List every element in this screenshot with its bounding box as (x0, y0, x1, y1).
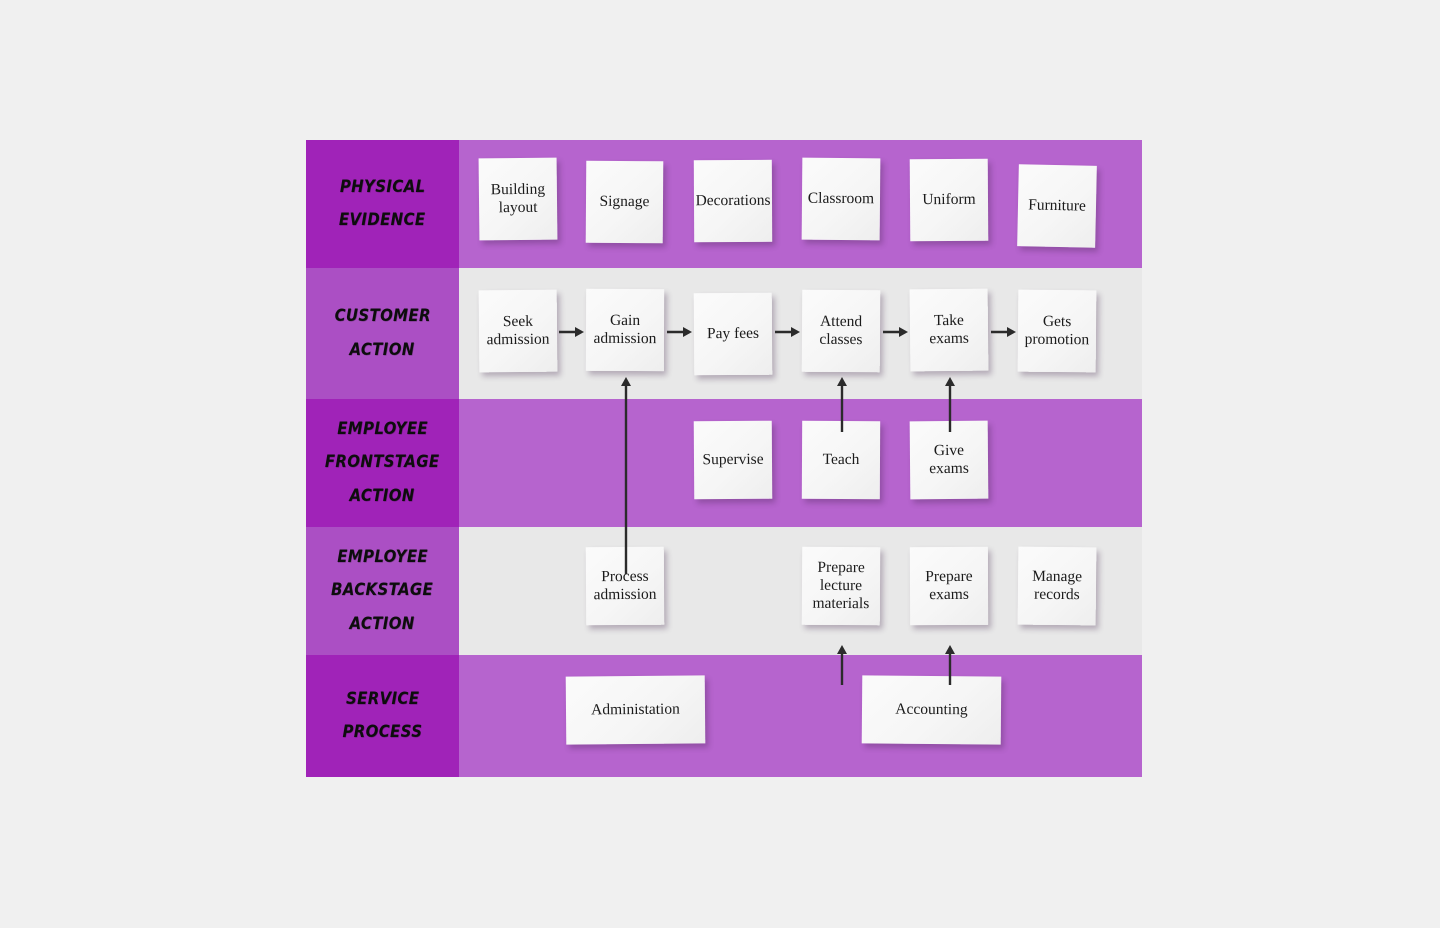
row-label-text: EMPLOYEE (337, 419, 428, 440)
flow-arrow-vertical-process-admission-to-gain-admission (619, 377, 633, 574)
sticky-note-label: Prepare lecture materials (812, 558, 870, 613)
sticky-note[interactable]: Attend classes (801, 289, 881, 373)
sticky-note-label: Gain admission (593, 311, 657, 348)
sticky-note-label: Supervise (702, 450, 764, 469)
sticky-note[interactable]: Classroom (801, 157, 881, 241)
sticky-note-label: Prepare exams (925, 567, 973, 604)
row-label-text: PROCESS (342, 722, 423, 742)
blueprint-row-customer-action: CUSTOMER ACTION Seek admission Gain admissi… (306, 268, 1142, 399)
sticky-note-label: Accounting (895, 700, 968, 719)
sticky-note-label: Furniture (1027, 196, 1087, 215)
row-label-text: BACKSTAGE (331, 580, 434, 601)
row-label-service-process: SERVICE PROCESS (306, 655, 459, 777)
row-label-customer-action: CUSTOMER ACTION (306, 268, 459, 399)
sticky-note[interactable]: Gain admission (585, 288, 665, 372)
row-label-text: ACTION (349, 339, 416, 360)
row-label-text: SERVICE (345, 688, 420, 709)
service-blueprint: PHYSICAL EVIDENCE Building layout Signage De… (306, 140, 1142, 777)
sticky-note[interactable]: Teach (801, 420, 881, 500)
row-label-text: CUSTOMER (334, 306, 431, 327)
sticky-note-label: Signage (599, 192, 650, 211)
blueprint-row-service-process: SERVICE PROCESS Administation Accounting (306, 655, 1142, 777)
sticky-note-label: Seek admission (486, 312, 550, 349)
sticky-note[interactable]: Pay fees (693, 292, 773, 376)
sticky-note[interactable]: Prepare exams (909, 546, 989, 626)
row-label-text: EVIDENCE (339, 210, 426, 230)
row-content-customer-action: Seek admission Gain admission Pay fees Atte… (459, 268, 1142, 399)
sticky-note[interactable]: Decorations (693, 159, 773, 243)
row-content-physical-evidence: Building layout Signage Decorations Classro… (459, 140, 1142, 268)
row-content-employee-backstage-action: Process admission Prepare lecture materia… (459, 527, 1142, 655)
sticky-note-label: Pay fees (706, 324, 760, 343)
sticky-note-label: Attend classes (819, 312, 863, 349)
sticky-note[interactable]: Signage (585, 160, 664, 244)
row-content-employee-frontstage-action: Supervise Teach Give exams (459, 399, 1142, 527)
sticky-note[interactable]: Uniform (909, 158, 989, 242)
row-label-employee-backstage-action: EMPLOYEE BACKSTAGE ACTION (306, 527, 459, 655)
sticky-note[interactable]: Prepare lecture materials (801, 546, 881, 626)
flow-arrow-horizontal (991, 325, 1016, 339)
sticky-note[interactable]: Manage records (1017, 546, 1097, 626)
sticky-note[interactable]: Give exams (909, 420, 989, 500)
sticky-note-label: Manage records (1032, 567, 1083, 604)
row-label-text: EMPLOYEE (337, 547, 428, 568)
sticky-note-label: Give exams (929, 441, 969, 478)
row-label-text: FRONTSTAGE (325, 452, 440, 473)
blueprint-row-employee-backstage-action: EMPLOYEE BACKSTAGE ACTION Process admission… (306, 527, 1142, 655)
flow-arrow-horizontal (775, 325, 800, 339)
sticky-note[interactable]: Administation (565, 675, 706, 745)
sticky-note-label: Gets promotion (1024, 312, 1090, 349)
row-label-employee-frontstage-action: EMPLOYEE FRONTSTAGE ACTION (306, 399, 459, 527)
row-label-text: ACTION (349, 485, 416, 506)
sticky-note[interactable]: Take exams (909, 288, 989, 372)
sticky-note[interactable]: Accounting (861, 675, 1002, 745)
flow-arrow-vertical-prepare-exams-to-give-exams (943, 645, 957, 685)
sticky-note-label: Administation (591, 700, 680, 719)
sticky-note-label: Building layout (490, 180, 546, 217)
flow-arrow-vertical-prepare-lecture-to-teach (835, 645, 849, 685)
row-label-text: ACTION (349, 613, 416, 634)
blueprint-row-employee-frontstage-action: EMPLOYEE FRONTSTAGE ACTION Supervise Teach Gi… (306, 399, 1142, 527)
sticky-note-label: Uniform (922, 190, 976, 209)
row-label-text: PHYSICAL (339, 176, 426, 197)
sticky-note[interactable]: Building layout (478, 157, 558, 241)
sticky-note[interactable]: Furniture (1017, 164, 1097, 248)
sticky-note[interactable]: Supervise (693, 420, 773, 500)
flow-arrow-horizontal (883, 325, 908, 339)
flow-arrow-vertical-give-exams-to-take-exams (943, 377, 957, 432)
flow-arrow-horizontal (559, 325, 584, 339)
sticky-note-label: Decorations (695, 191, 771, 210)
sticky-note-label: Take exams (929, 311, 969, 348)
flow-arrow-vertical-teach-to-attend-classes (835, 377, 849, 432)
flow-arrow-horizontal (667, 325, 692, 339)
blueprint-row-physical-evidence: PHYSICAL EVIDENCE Building layout Signage De… (306, 140, 1142, 268)
row-content-service-process: Administation Accounting (459, 655, 1142, 777)
sticky-note[interactable]: Gets promotion (1017, 289, 1097, 373)
sticky-note[interactable]: Seek admission (478, 289, 558, 373)
row-label-physical-evidence: PHYSICAL EVIDENCE (306, 140, 459, 268)
sticky-note-label: Teach (822, 450, 860, 468)
sticky-note-label: Classroom (807, 189, 875, 208)
